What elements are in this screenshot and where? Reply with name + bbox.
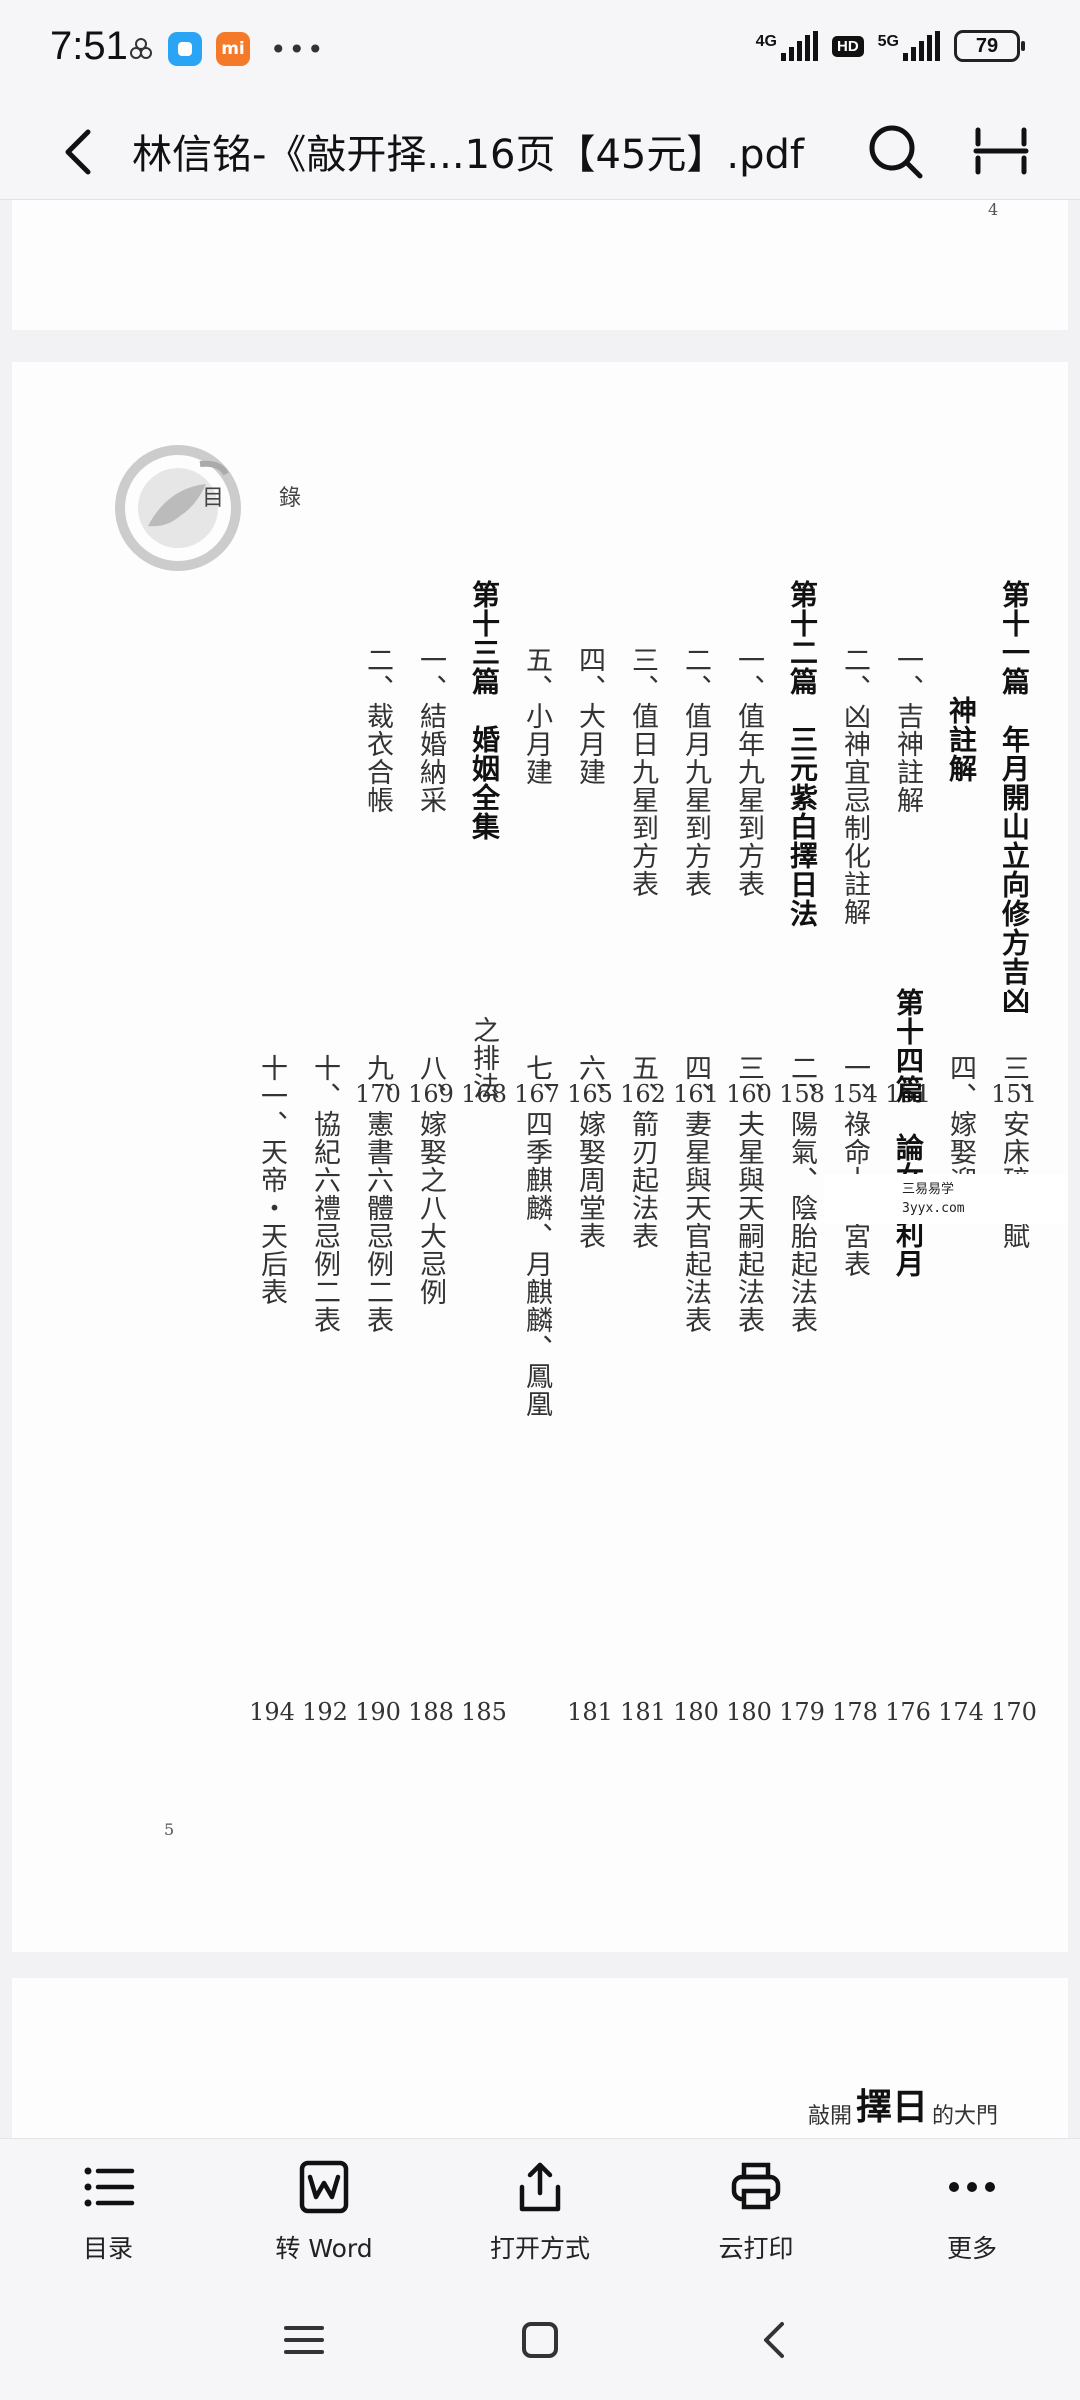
system-navigation-bar: [0, 2278, 1080, 2400]
share-icon: [519, 2162, 561, 2212]
home-icon[interactable]: [516, 2316, 564, 2364]
back-button[interactable]: [50, 122, 110, 182]
signal-bars-icon: [780, 31, 818, 61]
toc-item-entry[interactable]: 三、夫星與天嗣起法表: [733, 1054, 764, 1334]
toc-item-entry[interactable]: 一、結婚納采: [415, 646, 446, 814]
toc-page-number: 188: [408, 1698, 454, 1726]
toc-chapter-entry[interactable]: 第十一篇 年月開山立向修方吉凶: [998, 580, 1031, 1015]
toc-page-number: 190: [355, 1698, 401, 1726]
convert-word-label: 转 Word: [275, 2234, 373, 2263]
signal-4g-label: 4G: [755, 33, 777, 50]
convert-word-button[interactable]: 转 Word: [216, 2139, 432, 2278]
menu-icon[interactable]: [280, 2316, 328, 2364]
toc-chapter-entry[interactable]: 第十三篇 婚姻全集: [468, 580, 501, 841]
mi-app-icon: mi: [216, 32, 250, 66]
pdf-page-6: 敲開 擇日 的大門: [12, 1978, 1068, 2138]
toc-item-entry[interactable]: 六、嫁娶周堂表: [574, 1054, 605, 1250]
toc-chapter-entry[interactable]: 第十四篇 論女命利月: [892, 988, 925, 1278]
toc-page-number: 178: [832, 1698, 878, 1726]
toc-item-entry[interactable]: 之排法: [468, 1016, 499, 1100]
toc-item-entry[interactable]: 十一、天帝・天后表: [256, 1054, 287, 1306]
watermark-line: 3yyx.com: [902, 1201, 965, 1216]
pdf-page-5: 目 錄 第十一篇 年月開山立向修方吉凶 151 神註解 一、吉神註解 151 二、凶神宜忌…: [12, 362, 1068, 1952]
chevron-left-icon: [65, 129, 91, 175]
site-watermark: 三易易学 3yyx.com: [824, 1174, 1068, 1224]
toc-page-number: 194: [249, 1698, 295, 1726]
back-icon[interactable]: [752, 2316, 800, 2364]
toc-page-number: 179: [779, 1698, 825, 1726]
toc-item-entry[interactable]: 四、妻星與天官起法表: [680, 1054, 711, 1334]
system-indicators: 4G HD 5G 79: [756, 30, 1025, 62]
list-icon: [84, 2167, 135, 2207]
cloud-print-label: 云打印: [718, 2234, 794, 2263]
toc-button[interactable]: 目录: [0, 2139, 216, 2278]
page-number: 5: [164, 1820, 175, 1839]
notification-icons: mi •••: [128, 32, 326, 66]
banner-big: 擇日: [855, 2086, 928, 2128]
battery-level: 79: [975, 34, 999, 57]
toc-item-entry[interactable]: 五、小月建: [521, 646, 552, 786]
signal-5g-label: 5G: [877, 33, 899, 50]
toc-item-entry[interactable]: 四、大月建: [574, 646, 605, 786]
toc-page-number: 192: [302, 1698, 348, 1726]
search-icon: [869, 125, 923, 179]
printer-icon: [731, 2162, 781, 2210]
reading-mode-button[interactable]: [968, 118, 1034, 184]
book-banner: 敲開 擇日 的大門: [808, 2078, 998, 2130]
toc-chapter-entry[interactable]: 第十二篇 三元紫白擇日法: [786, 580, 819, 928]
document-title-bar: 林信铭-《敲开择...16页【45元】.pdf: [0, 100, 1080, 200]
toc-item-entry[interactable]: 二、凶神宜忌制化註解: [839, 646, 870, 926]
toc-label: 目录: [82, 2234, 133, 2263]
toc-item-entry[interactable]: 一、值年九星到方表: [733, 646, 764, 898]
toc-page-number: 176: [885, 1698, 931, 1726]
toc-item-entry[interactable]: 十、協紀六禮忌例二表: [309, 1054, 340, 1334]
toc-item-entry[interactable]: 九、憲書六體忌例二表: [362, 1054, 393, 1334]
toc-header: 目 錄: [202, 486, 325, 511]
banner-pre: 敲開: [807, 2104, 852, 2129]
more-label: 更多: [946, 2234, 997, 2263]
more-icon: [949, 2182, 995, 2192]
hd-badge: HD: [831, 35, 864, 57]
toc-item-entry[interactable]: 二、值月九星到方表: [680, 646, 711, 898]
toc-chapter-entry[interactable]: 神註解: [945, 696, 978, 783]
toc-page-number: 180: [726, 1698, 772, 1726]
signal-bars-icon: [903, 31, 940, 61]
toc-item-entry[interactable]: 一、祿命十二宮表: [839, 1054, 870, 1278]
toc-page-number: 180: [673, 1698, 719, 1726]
banner-post: 的大門: [931, 2104, 998, 2129]
reading-mode-icon: [973, 127, 1029, 175]
convert-word-icon: [299, 2160, 349, 2214]
toc-item-entry[interactable]: 二、陽氣、陰胎起法表: [786, 1054, 817, 1334]
more-notifications-icon: •••: [270, 32, 326, 66]
toc-item-entry[interactable]: 七、四季麒麟、月麒麟、鳳凰: [521, 1054, 552, 1418]
status-time: 7:51: [50, 24, 128, 68]
status-bar: 7:51 mi ••• 4G HD 5G 79: [0, 0, 1080, 100]
network-share-icon: [130, 38, 152, 59]
bottom-toolbar: 目录 转 Word 打开方式 云打印 更多: [0, 2138, 1080, 2278]
signal-5g: 5G: [878, 31, 940, 61]
open-with-button[interactable]: 打开方式: [432, 2139, 648, 2278]
toc-item-entry[interactable]: 三、值日九星到方表: [627, 646, 658, 898]
toc-page-number: 174: [938, 1698, 984, 1726]
toc-item-entry[interactable]: 五、箭刃起法表: [627, 1054, 658, 1250]
toc-item-entry[interactable]: 一、吉神註解: [892, 646, 923, 814]
mi-label: mi: [221, 39, 245, 59]
toc-page-number: 170: [991, 1698, 1037, 1726]
pdf-page-4: 4: [12, 200, 1068, 330]
toc-page-number: 185: [461, 1698, 507, 1726]
app-blue-icon: [168, 32, 202, 66]
toc-page-number: 181: [620, 1698, 666, 1726]
document-title: 林信铭-《敲开择...16页【45元】.pdf: [132, 132, 804, 178]
cloud-print-button[interactable]: 云打印: [648, 2139, 864, 2278]
signal-4g: 4G: [756, 31, 818, 61]
toc-page-number: 181: [567, 1698, 613, 1726]
open-with-label: 打开方式: [489, 2234, 590, 2263]
toc-item-entry[interactable]: 二、裁衣合帳: [362, 646, 393, 814]
watermark-line: 三易易学: [902, 1182, 955, 1197]
battery-indicator: 79: [954, 30, 1025, 62]
page-number: 4: [988, 200, 999, 219]
toc-item-entry[interactable]: 八、嫁娶之八大忌例: [415, 1054, 446, 1306]
more-button[interactable]: 更多: [864, 2139, 1080, 2278]
search-button[interactable]: [862, 118, 928, 184]
